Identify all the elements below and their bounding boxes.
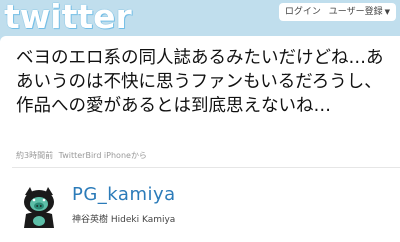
login-link[interactable]: ログイン <box>285 7 321 17</box>
avatar[interactable] <box>16 184 62 230</box>
tweet-text: ベヨのエロ系の同人誌あるみたいだけどね…ああいうのは不快に思うファンもいるだろう… <box>16 48 384 116</box>
signup-label: ユーザー登録 <box>328 7 383 17</box>
avatar-pig-icon <box>16 184 62 230</box>
tweet-meta: 約3時間前 TwitterBird iPhoneから <box>16 150 147 161</box>
twitter-logo[interactable]: twitter <box>4 0 132 34</box>
tweet-source: TwitterBird iPhoneから <box>58 151 147 160</box>
tweet-timestamp[interactable]: 約3時間前 <box>16 151 53 160</box>
signup-link[interactable]: ユーザー登録 ▼ <box>329 7 390 17</box>
user-full-name: 神谷英樹 Hideki Kamiya <box>72 215 176 225</box>
dropdown-arrow-icon: ▼ <box>384 8 390 16</box>
header: twitter ログイン ユーザー登録 ▼ <box>0 0 400 36</box>
tweet-card: ベヨのエロ系の同人誌あるみたいだけどね…ああいうのは不快に思うファンもいるだろう… <box>0 36 400 242</box>
screen-name-link[interactable]: PG_kamiya <box>72 184 176 205</box>
top-nav: ログイン ユーザー登録 ▼ <box>278 3 396 21</box>
divider <box>12 167 400 168</box>
